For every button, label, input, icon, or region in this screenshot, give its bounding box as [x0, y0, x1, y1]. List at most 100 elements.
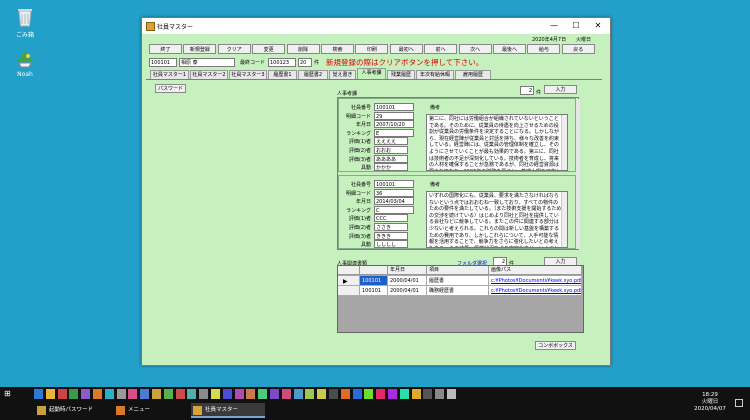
pinned-app-icon[interactable] [435, 389, 445, 399]
tab-overtime-history[interactable]: 残業履歴 [387, 70, 415, 79]
row-item[interactable]: 履歴書 [427, 276, 489, 286]
tab-employment-history[interactable]: 雇用履歴 [455, 70, 491, 79]
toolbar-next-button[interactable]: 次へ [458, 44, 492, 54]
concrete-action-field[interactable]: かかか [374, 163, 408, 172]
pinned-app-icon[interactable] [388, 389, 397, 399]
pinned-app-icon[interactable] [340, 389, 350, 399]
toolbar-exit-button[interactable]: 終了 [149, 44, 182, 54]
pinned-app-icon[interactable] [281, 389, 291, 399]
pinned-app-icon[interactable] [81, 389, 91, 399]
tab-annual-leave[interactable]: 年次有給休暇 [416, 70, 454, 79]
pinned-app-icon[interactable] [270, 389, 279, 399]
pinned-app-icon[interactable] [423, 389, 433, 399]
grid-header-path[interactable]: 画像パス [489, 266, 582, 275]
tab-employee-master-3[interactable]: 社員マスター3 [229, 70, 267, 79]
toolbar-search-button[interactable]: 検索 [321, 44, 354, 54]
pinned-app-icon[interactable] [234, 389, 244, 399]
tab-employee-master-2[interactable]: 社員マスター2 [190, 70, 228, 79]
row-date[interactable]: 2000/04/01 [388, 276, 427, 286]
close-button[interactable]: ✕ [587, 18, 609, 34]
evaluator-1-field[interactable]: ええええ [374, 137, 408, 146]
notification-icon[interactable] [735, 399, 743, 407]
noah-desktop-icon[interactable]: Noah [8, 47, 42, 78]
employee-number-field[interactable]: 100101 [374, 103, 414, 111]
date-field[interactable]: 2007/10/20 [374, 120, 414, 129]
hr-eval-enter-button[interactable]: 入力 [544, 85, 577, 94]
tab-resume-1[interactable]: 履歴書1 [268, 70, 297, 79]
pinned-app-icon[interactable] [93, 389, 102, 399]
pinned-app-icon[interactable] [222, 389, 232, 399]
date-field[interactable]: 2014/03/04 [374, 197, 414, 206]
employee-name-field[interactable]: 相原 泰 [179, 58, 235, 67]
toolbar-first-button[interactable]: 最初へ [389, 44, 423, 54]
pinned-app-icon[interactable] [411, 389, 421, 399]
pinned-app-icon[interactable] [140, 389, 150, 399]
clock[interactable]: 18:29 火曜日 2020/04/07 [690, 392, 730, 413]
toolbar-modify-button[interactable]: 変更 [252, 44, 286, 54]
taskbar-app-employee-master[interactable]: 社員マスター [191, 403, 265, 418]
row-employee-number[interactable]: 100101 [360, 286, 388, 296]
evaluator-2-field[interactable]: おおお [374, 146, 408, 154]
detail-code-field[interactable]: 36 [374, 188, 414, 197]
password-button[interactable]: パスワード [155, 84, 186, 93]
row-image-path[interactable]: c:¥Photos¥Documents¥keek.syo.pdf [489, 286, 582, 296]
tab-hr-eval[interactable]: 人事考課 [357, 68, 386, 79]
pinned-app-icon[interactable] [447, 389, 456, 399]
detail-code-field[interactable]: 29 [374, 111, 414, 120]
title-bar[interactable]: 社員マスター — ☐ ✕ [142, 18, 610, 34]
pinned-app-icon[interactable] [69, 389, 79, 399]
pinned-app-icon[interactable] [163, 389, 173, 399]
grid-header-item[interactable]: 項目 [427, 266, 489, 275]
start-icon[interactable]: ⊞ [4, 390, 12, 398]
evaluator-3-field[interactable]: ああああ [374, 154, 408, 163]
taskbar-app-startup-password[interactable]: 起動時パスワード [35, 403, 109, 418]
pinned-app-icon[interactable] [329, 389, 338, 399]
tab-memo[interactable]: 覚え書き [329, 70, 356, 79]
row-selector[interactable] [338, 286, 360, 296]
toolbar-delete-button[interactable]: 削除 [286, 44, 320, 54]
tab-employee-master-1[interactable]: 社員マスター1 [150, 70, 189, 79]
pinned-app-icon[interactable] [211, 389, 220, 399]
taskbar-app-menu[interactable]: メニュー [114, 403, 186, 418]
pinned-app-icon[interactable] [34, 389, 43, 399]
toolbar-new-record-button[interactable]: 新規登録 [183, 44, 217, 54]
notes-scrollbar[interactable] [561, 192, 567, 247]
pinned-app-icon[interactable] [399, 389, 409, 399]
grid-header-date[interactable]: 年月日 [388, 266, 427, 275]
tab-resume-2[interactable]: 履歴書2 [298, 70, 328, 79]
row-item[interactable]: 職務経歴書 [427, 286, 489, 296]
maximize-button[interactable]: ☐ [565, 18, 587, 34]
row-employee-number[interactable]: 100101 [360, 276, 388, 286]
pinned-app-icon[interactable] [187, 389, 197, 399]
pinned-app-icon[interactable] [293, 389, 303, 399]
toolbar-back-button[interactable]: 戻る [561, 44, 595, 54]
toolbar-salary-button[interactable]: 給与 [527, 44, 561, 54]
recycle-bin-desktop-icon[interactable]: ごみ箱 [8, 6, 42, 39]
pinned-app-icon[interactable] [175, 389, 185, 399]
employee-number-field[interactable]: 100101 [149, 58, 177, 67]
ranking-field[interactable]: E [374, 128, 414, 137]
evaluator-1-field[interactable]: CCC [374, 214, 408, 223]
pinned-app-icon[interactable] [352, 389, 362, 399]
minimize-button[interactable]: — [543, 18, 565, 34]
employee-number-field[interactable]: 100101 [374, 180, 414, 188]
pinned-app-icon[interactable] [116, 389, 126, 399]
pinned-app-icon[interactable] [45, 389, 55, 399]
row-image-path[interactable]: c:¥Photos¥Documents¥keek.syo.pdf [489, 276, 582, 286]
ranking-field[interactable]: C [374, 205, 414, 214]
pinned-app-icon[interactable] [246, 389, 256, 399]
evaluator-3-field[interactable]: ききき [374, 231, 408, 240]
pinned-app-icon[interactable] [104, 389, 114, 399]
notes-memo[interactable]: 第二に、同社には労働組合が組織されていないということである。そのために、従業員の… [426, 114, 568, 171]
pinned-app-icon[interactable] [364, 389, 374, 399]
pinned-app-icon[interactable] [258, 389, 268, 399]
pinned-app-icon[interactable] [305, 389, 315, 399]
pinned-app-icon[interactable] [152, 389, 161, 399]
hr-eval-scrollbar[interactable] [576, 99, 580, 249]
toolbar-clear-button[interactable]: クリア [217, 44, 251, 54]
notes-scrollbar[interactable] [561, 115, 567, 170]
row-date[interactable]: 2000/04/01 [388, 286, 427, 296]
toolbar-last-button[interactable]: 最後へ [493, 44, 526, 54]
notes-memo[interactable]: いずれの国際化にも、従業員、要求を満たさなければならないという点ではおおむね一致… [426, 191, 568, 248]
toolbar-prev-button[interactable]: 前へ [424, 44, 458, 54]
